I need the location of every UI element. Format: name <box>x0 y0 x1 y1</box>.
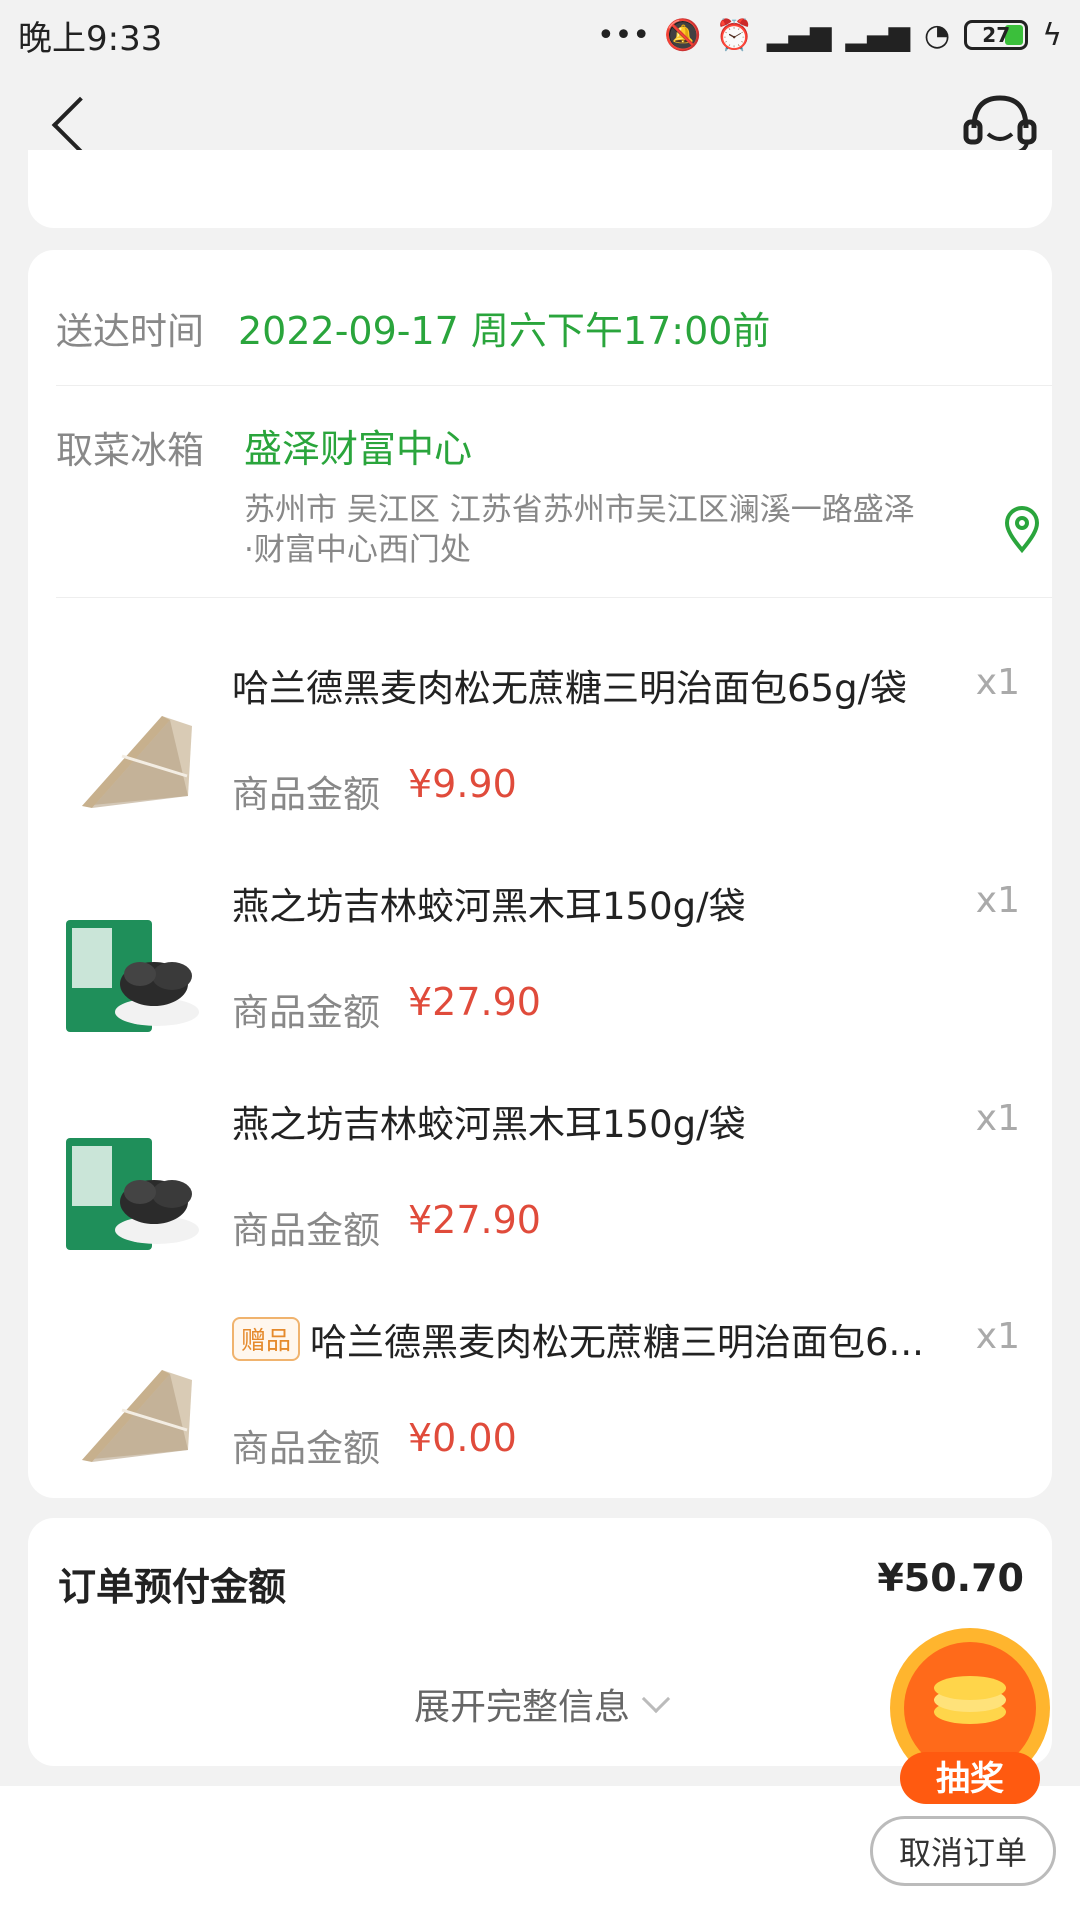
price-label: 商品金额 <box>232 1209 380 1252</box>
delivery-time-label: 送达时间 <box>56 309 204 353</box>
product-thumb-bread <box>82 716 192 808</box>
product-name-text: 哈兰德黑麦肉松无蔗糖三明治面包65g/袋 <box>232 667 908 710</box>
lottery-label: 抽奖 <box>936 1759 1004 1799</box>
product-price: ¥9.90 <box>408 762 517 806</box>
product-item[interactable]: 哈兰德黑麦肉松无蔗糖三明治面包65g/袋 x1 商品金额 ¥9.90 <box>28 656 1052 856</box>
product-item[interactable]: 燕之坊吉林蛟河黑木耳150g/袋 x1 商品金额 ¥27.90 <box>28 1092 1052 1292</box>
product-item[interactable]: 燕之坊吉林蛟河黑木耳150g/袋 x1 商品金额 ¥27.90 <box>28 874 1052 1074</box>
chevron-down-icon <box>641 1684 671 1714</box>
delivery-time-row: 送达时间 2022-09-17 周六下午17:00前 <box>56 270 1052 386</box>
status-bar: 晚上9:33 ••• 🔕 ⏰ ▂▄▆ ▂▄▆ ◔ 27 ϟ <box>0 0 1080 70</box>
product-name: 哈兰德黑麦肉松无蔗糖三明治面包65g/袋 <box>232 658 972 712</box>
battery-level: 27 <box>982 23 1011 47</box>
product-name: 燕之坊吉林蛟河黑木耳150g/袋 <box>232 1094 972 1148</box>
product-thumb-fungus <box>66 1138 199 1250</box>
product-price: ¥27.90 <box>408 980 541 1024</box>
wifi-icon: ◔ <box>924 17 951 53</box>
charging-icon: ϟ <box>1042 17 1062 53</box>
cancel-order-button[interactable]: 取消订单 <box>870 1816 1056 1886</box>
product-item-gift[interactable]: 赠品 哈兰德黑麦肉松无蔗糖三明治面包6... x1 商品金额 ¥0.00 <box>28 1310 1052 1510</box>
product-thumb-fungus <box>66 920 199 1032</box>
pickup-address: 苏州市 吴江区 江苏省苏州市吴江区澜溪一路盛泽·财富中心西门处 <box>244 492 915 568</box>
lottery-floating-button[interactable]: 抽奖 <box>880 1620 1060 1820</box>
gift-badge: 赠品 <box>232 1317 301 1361</box>
product-price: ¥0.00 <box>408 1416 517 1460</box>
pickup-name: 盛泽财富中心 <box>244 427 473 471</box>
prepay-amount-value: ¥50.70 <box>877 1556 1024 1600</box>
delivery-time-value: 2022-09-17 周六下午17:00前 <box>238 309 771 353</box>
previous-card <box>28 150 1052 228</box>
product-price: ¥27.90 <box>408 1198 541 1242</box>
back-arrow-icon[interactable] <box>51 96 109 154</box>
product-name: 燕之坊吉林蛟河黑木耳150g/袋 <box>232 876 972 930</box>
product-qty: x1 <box>975 1316 1020 1357</box>
price-label: 商品金额 <box>232 773 380 816</box>
mute-bell-icon: 🔕 <box>664 17 702 53</box>
signal-icon-2: ▂▄▆ <box>845 18 911 52</box>
product-name: 赠品 哈兰德黑麦肉松无蔗糖三明治面包6... <box>232 1312 972 1366</box>
product-name-text: 哈兰德黑麦肉松无蔗糖三明治面包6... <box>310 1321 924 1364</box>
prepay-amount-label: 订单预付金额 <box>58 1565 287 1609</box>
order-detail-card: 送达时间 2022-09-17 周六下午17:00前 取菜冰箱 盛泽财富中心 苏… <box>28 250 1052 1498</box>
product-name-text: 燕之坊吉林蛟河黑木耳150g/袋 <box>232 885 746 928</box>
status-time: 晚上9:33 <box>18 18 163 59</box>
battery-icon: 27 <box>964 20 1029 50</box>
status-icons: ••• 🔕 ⏰ ▂▄▆ ▂▄▆ ◔ 27 ϟ <box>597 18 1062 53</box>
product-qty: x1 <box>975 662 1020 703</box>
signal-icon: ▂▄▆ <box>766 18 832 52</box>
more-dots-icon: ••• <box>596 17 651 53</box>
pickup-label: 取菜冰箱 <box>56 429 204 472</box>
location-pin-icon[interactable] <box>1002 506 1042 554</box>
price-label: 商品金额 <box>232 991 380 1034</box>
product-name-text: 燕之坊吉林蛟河黑木耳150g/袋 <box>232 1103 746 1146</box>
pickup-fridge-block: 取菜冰箱 盛泽财富中心 苏州市 吴江区 江苏省苏州市吴江区澜溪一路盛泽·财富中心… <box>56 386 1052 598</box>
product-thumb-bread <box>82 1370 192 1462</box>
product-qty: x1 <box>975 880 1020 921</box>
expand-info-label: 展开完整信息 <box>413 1687 630 1728</box>
alarm-icon: ⏰ <box>715 17 753 53</box>
product-qty: x1 <box>975 1098 1020 1139</box>
price-label: 商品金额 <box>232 1427 380 1470</box>
